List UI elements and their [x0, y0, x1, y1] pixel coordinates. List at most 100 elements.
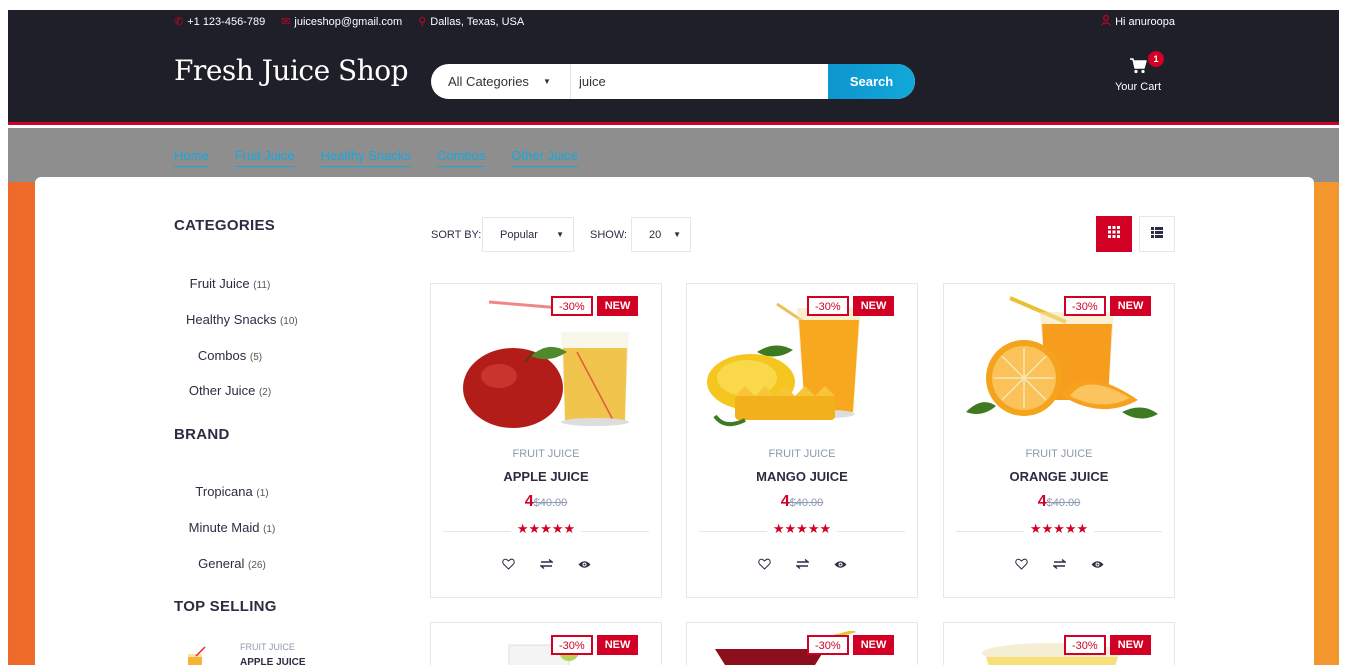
phone-link[interactable]: ✆ +1 123-456-789	[174, 15, 265, 29]
product-name[interactable]: APPLE JUICE	[431, 469, 661, 484]
new-badge: NEW	[1109, 635, 1152, 655]
product-badges: -30% NEW	[551, 635, 639, 655]
brand-count: (1)	[256, 488, 269, 499]
caret-down-icon: ▼	[542, 77, 551, 86]
category-count: (5)	[249, 352, 263, 363]
product-badges: -30% NEW	[807, 635, 895, 655]
user-icon	[1101, 14, 1111, 29]
sale-badge: -30%	[1064, 635, 1106, 655]
search-form: All Categories ▼ Search	[431, 64, 915, 99]
eye-icon[interactable]	[1089, 556, 1105, 572]
product-card[interactable]: -30% NEW	[943, 622, 1175, 665]
grid-view-button[interactable]	[1096, 216, 1132, 252]
product-card[interactable]: -30% NEW	[686, 622, 918, 665]
top-selling-category: FRUIT JUICE	[240, 642, 295, 652]
product-name[interactable]: MANGO JUICE	[687, 469, 917, 484]
new-badge: NEW	[596, 635, 639, 655]
category-count: (2)	[258, 387, 272, 398]
cart-icon: 1	[1128, 51, 1164, 77]
main-navigation: Home Fruit Juice Healthy Snacks Combos O…	[8, 128, 1339, 182]
category-label: Combos	[197, 348, 247, 363]
list-icon	[1151, 225, 1163, 243]
nav-item-combos: Combos	[436, 147, 486, 167]
eye-icon[interactable]	[576, 556, 592, 572]
price-old: $40.00	[789, 497, 824, 509]
sale-badge: -30%	[551, 635, 593, 655]
nav-item-other-juice: Other Juice	[511, 147, 578, 167]
search-button[interactable]: Search	[828, 64, 915, 99]
heart-icon[interactable]	[1013, 556, 1029, 572]
cart-link[interactable]: 1 Your Cart	[1103, 51, 1173, 93]
category-select[interactable]: All Categories ▼	[431, 64, 571, 99]
top-strip: ✆ +1 123-456-789 ✉ juiceshop@gmail.com ⚲…	[8, 10, 1339, 32]
category-select-value: All Categories	[448, 74, 529, 89]
product-category: FRUIT JUICE	[768, 448, 836, 460]
nav-link-healthy-snacks[interactable]: Healthy Snacks	[320, 148, 411, 167]
product-card[interactable]: -30% NEW FRUIT JUICE MANGO JUICE 4$40.00…	[686, 283, 918, 598]
account-link[interactable]: Hi anuroopa	[1101, 14, 1175, 29]
search-input[interactable]	[571, 64, 828, 99]
nav-link-other-juice[interactable]: Other Juice	[511, 148, 578, 167]
brand-item-minute-maid[interactable]: Minute Maid (1)	[174, 520, 290, 535]
location-link[interactable]: ⚲ Dallas, Texas, USA	[418, 15, 525, 29]
product-rating: ★★★★★	[687, 521, 917, 537]
main-header: Fresh Juice Shop All Categories ▼ Search…	[8, 32, 1339, 125]
category-item-other-juice[interactable]: Other Juice (2)	[174, 383, 286, 398]
product-actions	[944, 556, 1174, 572]
envelope-icon: ✉	[281, 16, 291, 28]
nav-link-fruit-juice[interactable]: Fruit Juice	[234, 148, 295, 167]
top-selling-title: TOP SELLING	[174, 598, 277, 615]
brand-count: (26)	[248, 560, 266, 571]
top-selling-item[interactable]: FRUIT JUICE APPLE JUICE	[174, 630, 334, 665]
header-links: ✆ +1 123-456-789 ✉ juiceshop@gmail.com ⚲…	[174, 15, 525, 29]
price-current: 4	[524, 493, 534, 510]
product-thumbnail	[174, 642, 224, 665]
nav-link-home[interactable]: Home	[174, 148, 209, 167]
nav-link-combos[interactable]: Combos	[436, 148, 486, 167]
map-marker-icon: ⚲	[418, 16, 427, 28]
account-greeting: Hi anuroopa	[1115, 16, 1175, 28]
category-item-healthy-snacks[interactable]: Healthy Snacks (10)	[174, 312, 320, 327]
product-rating: ★★★★★	[944, 521, 1174, 537]
brand-label: General	[198, 556, 245, 571]
brand-count: (1)	[263, 524, 276, 535]
exchange-icon[interactable]	[1051, 556, 1067, 572]
logo[interactable]: Fresh Juice Shop	[174, 54, 409, 87]
product-card[interactable]: -30% NEW FRUIT JUICE ORANGE JUICE 4$40.0…	[943, 283, 1175, 598]
heart-icon[interactable]	[756, 556, 772, 572]
product-name[interactable]: ORANGE JUICE	[944, 469, 1174, 484]
cart-label: Your Cart	[1114, 81, 1162, 93]
new-badge: NEW	[1109, 296, 1152, 316]
eye-icon[interactable]	[832, 556, 848, 572]
exchange-icon[interactable]	[794, 556, 810, 572]
product-price: 4$40.00	[944, 493, 1174, 511]
brand-item-general[interactable]: General (26)	[174, 556, 290, 571]
star-icons: ★★★★★	[766, 521, 838, 536]
exchange-icon[interactable]	[538, 556, 554, 572]
price-old: $40.00	[1046, 497, 1081, 509]
sale-badge: -30%	[1064, 296, 1106, 316]
show-select[interactable]: 20 ▼	[631, 217, 691, 252]
star-icons: ★★★★★	[1023, 521, 1095, 536]
list-view-button[interactable]	[1139, 216, 1175, 252]
category-count: (10)	[279, 316, 298, 327]
nav-item-healthy-snacks: Healthy Snacks	[320, 147, 411, 167]
product-badges: -30% NEW	[807, 296, 895, 316]
category-item-fruit-juice[interactable]: Fruit Juice (11)	[174, 276, 286, 291]
category-label: Fruit Juice	[189, 276, 250, 291]
email-link[interactable]: ✉ juiceshop@gmail.com	[281, 15, 403, 29]
email-text: juiceshop@gmail.com	[294, 15, 403, 28]
product-badges: -30% NEW	[1064, 635, 1152, 655]
brand-title: BRAND	[174, 426, 230, 443]
category-item-combos[interactable]: Combos (5)	[174, 348, 286, 363]
price-current: 4	[780, 493, 790, 510]
sort-select[interactable]: Popular ▼	[482, 217, 574, 252]
product-card[interactable]: -30% NEW	[430, 622, 662, 665]
product-card[interactable]: -30% NEW FRUIT JUICE APPLE JUICE 4$40.00…	[430, 283, 662, 598]
location-text: Dallas, Texas, USA	[430, 15, 525, 28]
show-value: 20	[649, 228, 662, 241]
heart-icon[interactable]	[500, 556, 516, 572]
category-label: Healthy Snacks	[186, 312, 277, 327]
product-rating: ★★★★★	[431, 521, 661, 537]
brand-item-tropicana[interactable]: Tropicana (1)	[174, 484, 290, 499]
